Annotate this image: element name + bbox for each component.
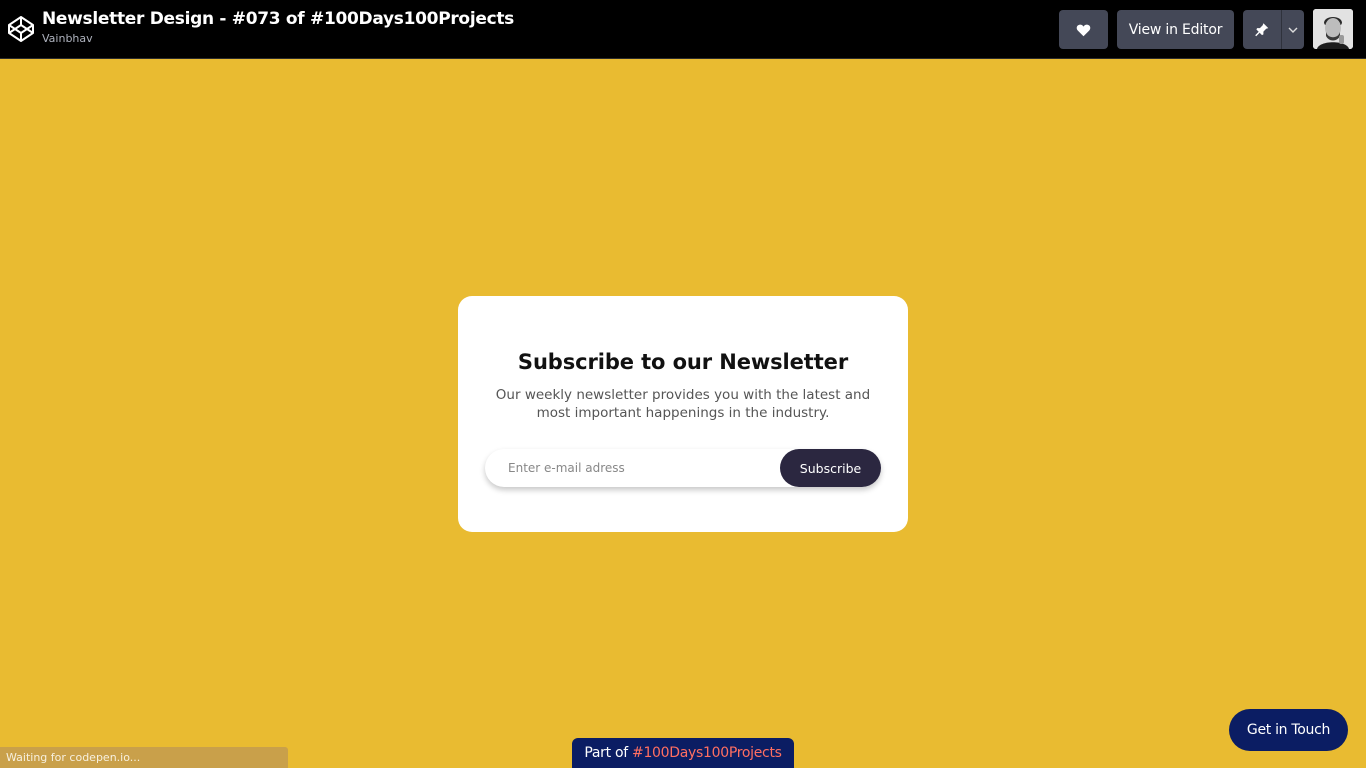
pen-author[interactable]: Vainbhav bbox=[42, 32, 93, 45]
love-button[interactable] bbox=[1059, 10, 1108, 49]
get-in-touch-button[interactable]: Get in Touch bbox=[1229, 709, 1348, 751]
heart-icon bbox=[1076, 24, 1091, 36]
pen-title[interactable]: Newsletter Design - #073 of #100Days100P… bbox=[42, 9, 514, 29]
project-badge-prefix: Part of bbox=[584, 745, 633, 761]
pin-icon bbox=[1255, 23, 1269, 37]
top-bar: Newsletter Design - #073 of #100Days100P… bbox=[0, 0, 1366, 59]
project-badge[interactable]: Part of #100Days100Projects bbox=[572, 738, 794, 768]
pin-button[interactable] bbox=[1243, 10, 1281, 49]
newsletter-description: Our weekly newsletter provides you with … bbox=[495, 387, 871, 421]
codepen-logo-icon[interactable] bbox=[6, 14, 36, 44]
newsletter-card: Subscribe to our Newsletter Our weekly n… bbox=[458, 296, 908, 532]
project-badge-tag[interactable]: #100Days100Projects bbox=[632, 745, 782, 761]
pin-options-button[interactable] bbox=[1281, 10, 1304, 49]
view-in-editor-button[interactable]: View in Editor bbox=[1117, 10, 1234, 49]
subscribe-form: Subscribe bbox=[485, 449, 881, 487]
chevron-down-icon bbox=[1288, 27, 1298, 33]
subscribe-button[interactable]: Subscribe bbox=[780, 449, 881, 487]
status-bar: Waiting for codepen.io... bbox=[0, 747, 288, 768]
avatar[interactable] bbox=[1313, 9, 1353, 49]
avatar-image bbox=[1313, 9, 1353, 49]
newsletter-title: Subscribe to our Newsletter bbox=[517, 350, 849, 374]
email-input[interactable] bbox=[485, 449, 785, 487]
